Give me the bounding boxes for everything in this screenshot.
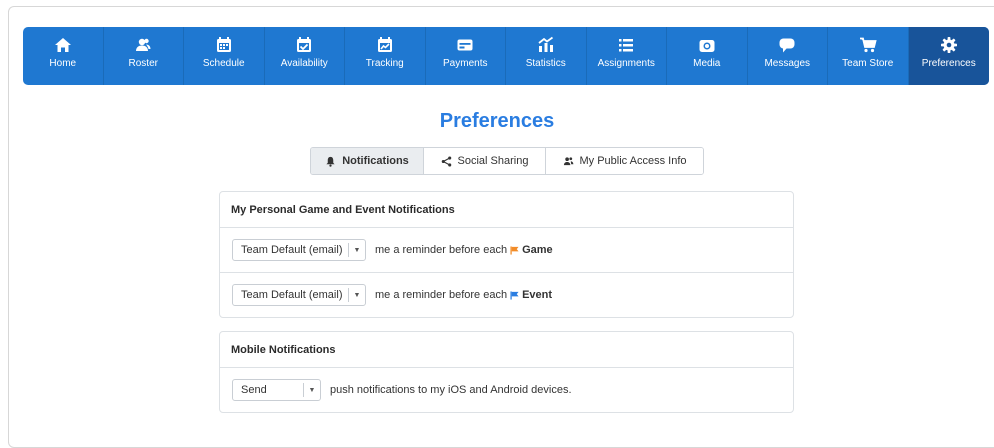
users-icon (136, 38, 151, 51)
nav-label: Media (693, 58, 721, 69)
nav-label: Team Store (842, 58, 894, 69)
bell-icon (326, 156, 335, 167)
nav-item-assignments[interactable]: Assignments (587, 27, 667, 85)
panel-heading: My Personal Game and Event Notifications (220, 192, 793, 228)
tab-public-access-info[interactable]: My Public Access Info (546, 148, 703, 174)
personal-notifications-panel: My Personal Game and Event Notifications… (219, 191, 794, 318)
home-icon (54, 38, 71, 52)
cart-icon (859, 37, 877, 53)
nav-item-team-store[interactable]: Team Store (828, 27, 909, 85)
nav-item-messages[interactable]: Messages (748, 27, 828, 85)
nav-item-media[interactable]: Media (667, 27, 748, 85)
tab-label: Notifications (342, 155, 409, 167)
chevron-down-icon: ▼ (348, 243, 365, 257)
event-label: Event (522, 289, 553, 301)
share-icon (441, 155, 451, 167)
nav-item-availability[interactable]: Availability (265, 27, 345, 85)
nav-label: Roster (128, 58, 158, 69)
nav-item-payments[interactable]: Payments (426, 27, 506, 85)
mobile-notifications-panel: Mobile Notifications Send ▼ push notific… (219, 331, 794, 413)
nav-item-home[interactable]: Home (23, 27, 104, 85)
nav-item-statistics[interactable]: Statistics (506, 27, 587, 85)
game-reminder-row: Team Default (email) ▼ me a reminder bef… (220, 228, 793, 273)
reminder-text: me a reminder before each (375, 244, 508, 256)
mobile-send-select[interactable]: Send ▼ (232, 379, 321, 401)
tab-label: My Public Access Info (579, 155, 687, 167)
nav-label: Statistics (525, 58, 566, 69)
tab-social-sharing[interactable]: Social Sharing (424, 148, 546, 174)
mobile-notifications-row: Send ▼ push notifications to my iOS and … (220, 368, 793, 412)
calendar-check-icon (297, 37, 312, 52)
preferences-tabs: Notifications Social Sharing My Public A… (310, 147, 704, 175)
tab-label: Social Sharing (457, 155, 529, 167)
event-reminder-row: Team Default (email) ▼ me a reminder bef… (220, 273, 793, 317)
select-value: Team Default (email) (241, 289, 343, 301)
nav-item-schedule[interactable]: Schedule (184, 27, 265, 85)
nav-label: Payments (443, 58, 488, 69)
nav-item-roster[interactable]: Roster (104, 27, 184, 85)
panel-heading: Mobile Notifications (220, 332, 793, 368)
main-navbar: Home Roster Schedule Availability Tracki… (23, 27, 989, 85)
nav-label: Preferences (921, 58, 976, 69)
event-reminder-select[interactable]: Team Default (email) ▼ (232, 284, 366, 306)
credit-card-icon (457, 39, 473, 51)
calendar-icon (216, 37, 231, 52)
chevron-down-icon: ▼ (348, 288, 365, 302)
nav-label: Tracking (365, 58, 404, 69)
calendar-chart-icon (377, 37, 392, 52)
game-label: Game (522, 244, 553, 256)
tab-notifications[interactable]: Notifications (311, 148, 424, 174)
camera-icon (699, 40, 715, 52)
nav-label: Assignments (597, 58, 655, 69)
nav-label: Messages (764, 58, 811, 69)
select-value: Send (241, 384, 267, 396)
nav-item-tracking[interactable]: Tracking (345, 27, 426, 85)
nav-item-preferences[interactable]: Preferences (908, 27, 989, 85)
speech-bubble-icon (779, 38, 795, 53)
nav-label: Schedule (202, 58, 245, 69)
game-reminder-select[interactable]: Team Default (email) ▼ (232, 239, 366, 261)
chevron-down-icon: ▼ (303, 383, 320, 397)
nav-label: Availability (280, 58, 328, 69)
select-value: Team Default (email) (241, 244, 343, 256)
users-icon (563, 156, 573, 165)
reminder-text: me a reminder before each (375, 289, 508, 301)
list-icon (619, 39, 634, 52)
flag-icon (510, 290, 519, 300)
page-title: Preferences (439, 110, 555, 132)
push-notifications-text: push notifications to my iOS and Android… (330, 384, 572, 396)
bar-chart-icon (538, 36, 553, 52)
flag-icon (510, 245, 519, 255)
nav-label: Home (49, 58, 77, 69)
gear-icon (940, 37, 957, 53)
